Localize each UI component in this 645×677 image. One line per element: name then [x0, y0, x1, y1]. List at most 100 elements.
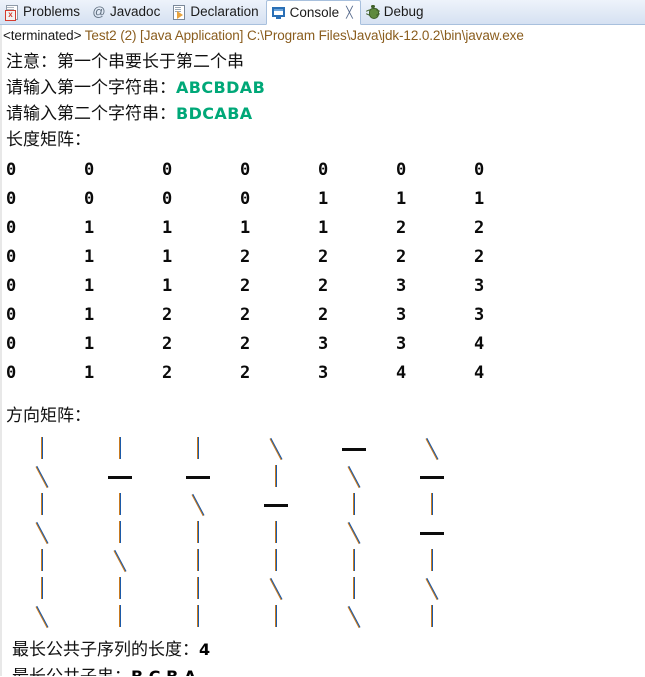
length-matrix-cell: 2: [474, 218, 485, 238]
direction-bar-icon: [422, 491, 442, 519]
notice-text: 注意：第一个串要长于第二个串: [6, 52, 244, 71]
direction-matrix-cell: [240, 547, 318, 575]
console-view: <terminated> Test2 (2) [Java Application…: [0, 25, 645, 676]
direction-slash-icon: [266, 575, 286, 603]
direction-bar-icon: [188, 519, 208, 547]
direction-bar-icon: [422, 547, 442, 575]
lcs-length-label: 最长公共子序列的长度：: [12, 640, 199, 659]
tab-declaration-label: Declaration: [190, 4, 259, 20]
direction-matrix-cell: [240, 435, 318, 463]
length-matrix-cell: 0: [474, 160, 485, 180]
length-matrix-cell: 3: [318, 334, 329, 354]
direction-bar-icon: [422, 603, 442, 631]
length-matrix-cell: 2: [162, 305, 173, 325]
length-matrix-cell: 1: [84, 276, 95, 296]
direction-matrix-cell: [396, 435, 474, 463]
length-matrix-cell: 2: [240, 247, 251, 267]
length-matrix-cell: 2: [396, 247, 407, 267]
tab-console[interactable]: Console ╳: [265, 0, 361, 25]
direction-bar-icon: [188, 575, 208, 603]
direction-matrix-cell: [162, 491, 240, 519]
console-icon: [271, 6, 286, 20]
length-matrix-title: 长度矩阵：: [6, 130, 91, 149]
length-matrix-row: 0 1 1 2 2 2 2: [6, 244, 645, 273]
direction-bar-icon: [110, 491, 130, 519]
length-matrix-row: 0 0 0 0 1 1 1: [6, 186, 645, 215]
length-matrix-cell: 1: [84, 218, 95, 238]
direction-slash-icon: [32, 603, 52, 631]
length-matrix-cell: 0: [396, 160, 407, 180]
direction-matrix-cell: [6, 463, 84, 491]
length-matrix-cell: 2: [396, 218, 407, 238]
console-result-block: 最长公共子序列的长度：4 最长公共子串：B C B A: [6, 637, 645, 676]
direction-bar-icon: [188, 547, 208, 575]
direction-matrix-cell: [318, 547, 396, 575]
first-string-value: ABCBDAB: [176, 78, 266, 97]
process-header-line: <terminated> Test2 (2) [Java Application…: [0, 25, 645, 45]
direction-matrix-cell: [6, 491, 84, 519]
direction-dash-icon: [186, 463, 210, 491]
length-matrix-row: 0 1 2 2 3 4 4: [6, 360, 645, 389]
declaration-icon: [172, 5, 186, 20]
close-icon[interactable]: ╳: [346, 6, 353, 19]
length-matrix-row: 0 0 0 0 0 0 0: [6, 157, 645, 186]
prompt-second-label: 请输入第二个字符串：: [6, 104, 176, 123]
length-matrix-cell: 2: [318, 276, 329, 296]
tab-declaration[interactable]: Declaration: [167, 0, 265, 24]
direction-bar-icon: [344, 547, 364, 575]
direction-matrix-cell: [6, 603, 84, 631]
direction-matrix-cell: [240, 519, 318, 547]
direction-bar-icon: [188, 603, 208, 631]
length-matrix-cell: 1: [162, 218, 173, 238]
length-matrix-cell: 2: [162, 363, 173, 383]
length-matrix-cell: 0: [6, 363, 17, 383]
tab-javadoc[interactable]: @ Javadoc: [87, 0, 167, 24]
length-matrix-cell: 0: [240, 189, 251, 209]
direction-slash-icon: [110, 547, 130, 575]
direction-slash-icon: [266, 435, 286, 463]
length-matrix-cell: 3: [396, 276, 407, 296]
lcs-length-value: 4: [199, 640, 211, 659]
direction-matrix-cell: [318, 603, 396, 631]
direction-matrix-cell: [6, 547, 84, 575]
direction-dash-icon: [420, 463, 444, 491]
length-matrix-cell: 2: [240, 305, 251, 325]
output-first-string-line: 请输入第一个字符串：ABCBDAB: [6, 75, 645, 101]
length-matrix: 0 0 0 0 0 0 0 0 0 0 0 1 1 1 0 1 1 1 1 2 2 0 1 1 2 2 2 2 0 1 1 2 2 3 3 0 1 2 2 2…: [6, 157, 645, 389]
length-matrix-cell: 1: [162, 247, 173, 267]
length-matrix-cell: 0: [162, 160, 173, 180]
length-matrix-cell: 0: [162, 189, 173, 209]
tab-problems[interactable]: x Problems: [0, 0, 87, 24]
direction-matrix-row: [6, 603, 645, 631]
tab-problems-label: Problems: [23, 4, 81, 20]
direction-slash-icon: [422, 435, 442, 463]
length-matrix-cell: 0: [6, 160, 17, 180]
direction-matrix-cell: [318, 519, 396, 547]
direction-bar-icon: [32, 491, 52, 519]
output-notice-line: 注意：第一个串要长于第二个串: [6, 49, 645, 75]
length-matrix-cell: 1: [84, 247, 95, 267]
direction-matrix-row: [6, 491, 645, 519]
direction-matrix-row: [6, 435, 645, 463]
length-matrix-row: 0 1 2 2 2 3 3: [6, 302, 645, 331]
length-matrix-cell: 0: [6, 334, 17, 354]
direction-slash-icon: [32, 463, 52, 491]
direction-slash-icon: [422, 575, 442, 603]
tab-debug[interactable]: Debug: [361, 0, 431, 24]
direction-matrix-cell: [318, 575, 396, 603]
direction-matrix-cell: [396, 463, 474, 491]
direction-dash-icon: [342, 435, 366, 463]
direction-matrix-row: [6, 575, 645, 603]
length-matrix-cell: 0: [6, 189, 17, 209]
direction-slash-icon: [344, 519, 364, 547]
direction-matrix-cell: [84, 519, 162, 547]
tab-debug-label: Debug: [383, 4, 424, 20]
length-matrix-cell: 1: [396, 189, 407, 209]
direction-matrix-cell: [6, 435, 84, 463]
length-matrix-cell: 1: [84, 334, 95, 354]
lcs-string-line: 最长公共子串：B C B A: [12, 664, 645, 676]
direction-dash-icon: [264, 491, 288, 519]
length-matrix-cell: 2: [162, 334, 173, 354]
direction-matrix-cell: [318, 435, 396, 463]
direction-slash-icon: [344, 463, 364, 491]
